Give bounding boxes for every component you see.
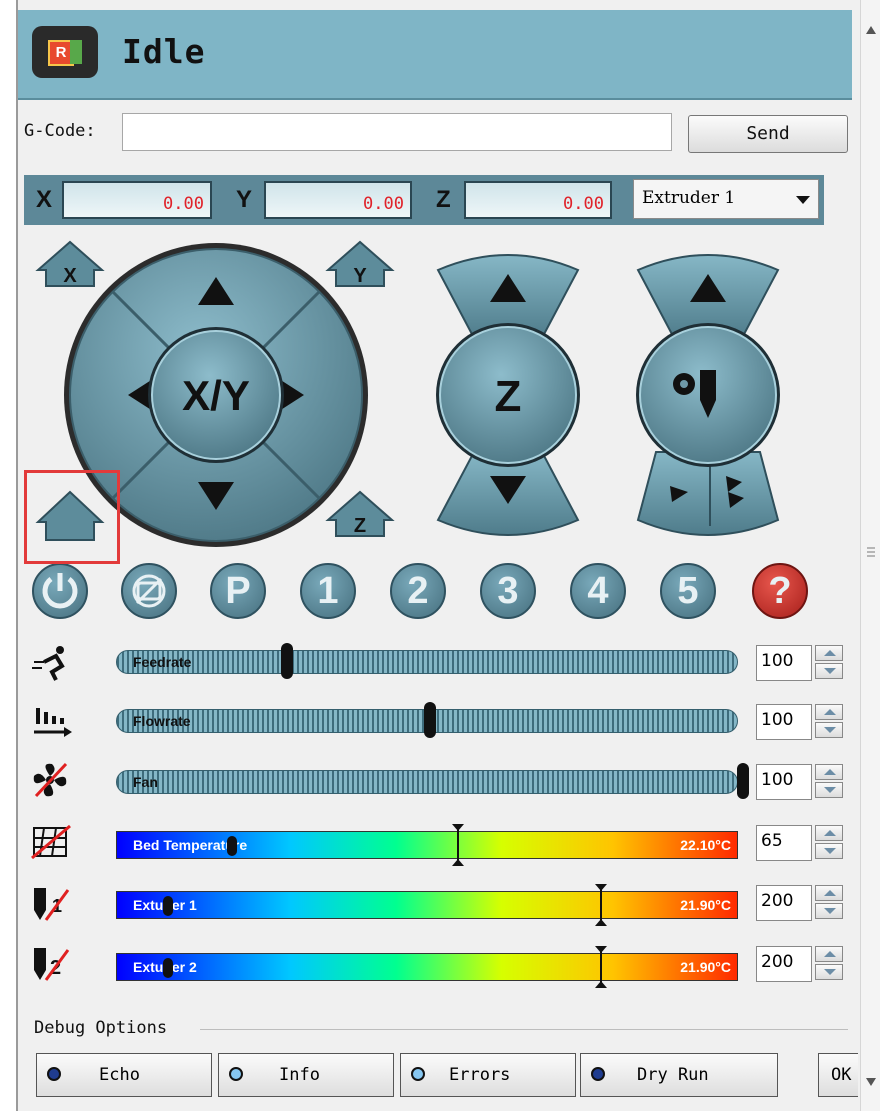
power-icon [42, 573, 78, 609]
svg-text:X: X [63, 265, 77, 287]
home-x-icon[interactable]: X [35, 240, 105, 287]
jog-controls: X/Y X Y Z Z [35, 240, 780, 547]
echo-label: Echo [99, 1065, 140, 1085]
errors-button[interactable]: Errors [400, 1053, 576, 1097]
feedrate-icon [32, 646, 65, 681]
power-button[interactable] [32, 563, 88, 619]
send-button[interactable]: Send [688, 115, 848, 153]
y-position-value: 0.00 [363, 194, 404, 214]
feedrate-label: Feedrate [133, 654, 192, 670]
flowrate-stepper[interactable] [815, 704, 845, 740]
extruder-1-target-stepper[interactable] [815, 885, 845, 921]
info-button[interactable]: Info [218, 1053, 394, 1097]
flowrate-label: Flowrate [133, 713, 191, 729]
z-label: Z [495, 372, 522, 421]
function-p-button[interactable]: P [210, 563, 266, 619]
echo-indicator-icon [47, 1067, 61, 1081]
function-5-button[interactable]: 5 [660, 563, 716, 619]
echo-button[interactable]: Echo [36, 1053, 212, 1097]
flowrate-slider-handle[interactable] [424, 702, 436, 738]
debug-options-title: Debug Options [34, 1018, 168, 1038]
help-button[interactable]: ? [752, 563, 808, 619]
info-label: Info [279, 1065, 320, 1085]
highlight-box [24, 470, 120, 564]
dry-run-button[interactable]: Dry Run [580, 1053, 778, 1097]
extruder-1-current-indicator [163, 896, 173, 916]
fan-stepper[interactable] [815, 764, 845, 800]
extruder-2-off-icon: 2 [34, 948, 70, 981]
feedrate-slider-handle[interactable] [281, 643, 293, 679]
extruder-2-target-field[interactable]: 200 [756, 946, 812, 982]
xy-label: X/Y [182, 372, 250, 419]
gcode-input[interactable] [122, 113, 672, 151]
dry-run-label: Dry Run [637, 1065, 709, 1085]
fan-label: Fan [133, 774, 158, 790]
gcode-label: G-Code: [24, 121, 96, 141]
function-4-button[interactable]: 4 [570, 563, 626, 619]
extruder-select[interactable]: Extruder 1 [633, 179, 819, 219]
fan-slider-handle[interactable] [737, 763, 749, 799]
feedrate-slider[interactable]: Feedrate [116, 643, 738, 679]
bed-temperature-current: 22.10°C [680, 837, 731, 853]
status-header: R Idle [18, 10, 852, 100]
errors-indicator-icon [411, 1067, 425, 1081]
chevron-down-icon [796, 196, 810, 204]
x-position-value: 0.00 [163, 194, 204, 214]
disable-motors-button[interactable] [121, 563, 177, 619]
errors-label: Errors [449, 1065, 511, 1085]
extruder-1-target-marker[interactable] [595, 884, 607, 926]
heated-bed-off-icon [31, 824, 71, 860]
fan-field[interactable]: 100 [756, 764, 812, 800]
extruder-1-target-field[interactable]: 200 [756, 885, 812, 921]
x-axis-label: X [36, 186, 53, 213]
fan-off-icon [33, 762, 68, 798]
bed-target-field[interactable]: 65 [756, 825, 812, 861]
bed-target-marker[interactable] [452, 824, 464, 866]
extruder-2-target-marker[interactable] [595, 946, 607, 988]
app-logo: R [32, 26, 98, 78]
extruder-select-value: Extruder 1 [642, 188, 736, 208]
extruder-jog-control[interactable] [636, 254, 780, 536]
feedrate-field[interactable]: 100 [756, 645, 812, 681]
function-3-button[interactable]: 3 [480, 563, 536, 619]
extruder-2-target-stepper[interactable] [815, 946, 845, 982]
extruder-2-temperature-bar[interactable]: Extuder 2 21.90°C [116, 946, 738, 988]
extruder-1-temperature-current: 21.90°C [680, 897, 731, 913]
z-axis-label: Z [436, 186, 451, 213]
extruder-2-temperature-current: 21.90°C [680, 959, 731, 975]
info-indicator-icon [229, 1067, 243, 1081]
home-z-icon[interactable]: Z [325, 490, 395, 537]
svg-text:Y: Y [353, 265, 367, 287]
flowrate-field[interactable]: 100 [756, 704, 812, 740]
function-1-button[interactable]: 1 [300, 563, 356, 619]
z-position-field: 0.00 [464, 181, 612, 219]
vertical-scrollbar[interactable] [860, 0, 880, 1111]
printer-status: Idle [122, 32, 206, 71]
dry-run-indicator-icon [591, 1067, 605, 1081]
feedrate-stepper[interactable] [815, 645, 845, 681]
y-position-field: 0.00 [264, 181, 412, 219]
ok-button[interactable]: OK [818, 1053, 858, 1097]
bed-target-stepper[interactable] [815, 825, 845, 861]
flowrate-slider[interactable]: Flowrate [116, 702, 738, 738]
extruder-2-current-indicator [163, 958, 173, 978]
bed-temperature-bar[interactable]: Bed Temperature 22.10°C [116, 824, 738, 866]
function-2-button[interactable]: 2 [390, 563, 446, 619]
svg-text:Z: Z [354, 515, 366, 537]
home-y-icon[interactable]: Y [325, 240, 395, 287]
fan-slider[interactable]: Fan [116, 763, 749, 799]
y-axis-label: Y [236, 186, 253, 213]
extruder-1-temperature-bar[interactable]: Extuder 1 21.90°C [116, 884, 738, 926]
flowrate-icon [34, 708, 72, 737]
no-motor-icon [132, 574, 166, 608]
scroll-up-arrow-icon[interactable] [866, 26, 876, 34]
x-position-field: 0.00 [62, 181, 212, 219]
scroll-down-arrow-icon[interactable] [866, 1078, 876, 1086]
bed-current-indicator [227, 836, 237, 856]
extruder-1-off-icon: 1 [34, 888, 70, 921]
z-position-value: 0.00 [563, 194, 604, 214]
